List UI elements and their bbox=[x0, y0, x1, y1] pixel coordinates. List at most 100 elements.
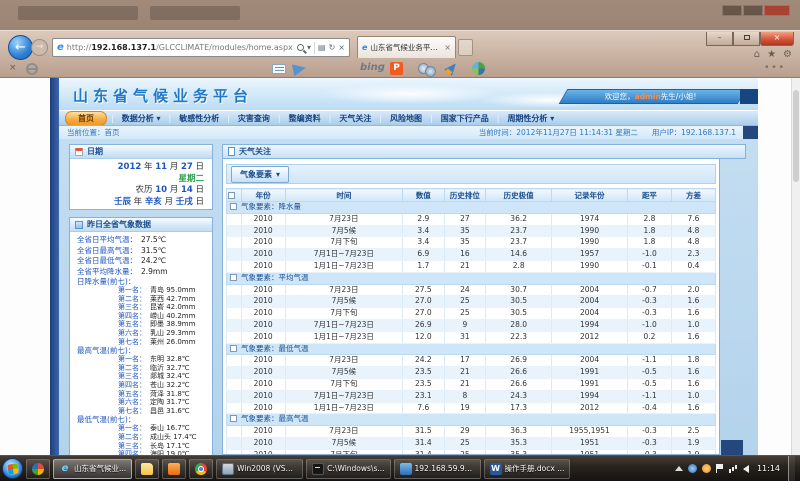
minimize-button[interactable]: – bbox=[706, 32, 733, 46]
taskbar-item-0[interactable] bbox=[26, 459, 50, 479]
table-cell: 1.6 bbox=[671, 296, 715, 308]
row-gutter bbox=[227, 331, 242, 343]
rank-value: 定陶 31.7℃ bbox=[150, 398, 190, 406]
action-center-flag-icon[interactable] bbox=[716, 464, 724, 473]
show-desktop-button[interactable] bbox=[788, 456, 795, 482]
rank-label: 第二名： bbox=[118, 364, 146, 372]
browser-tab[interactable]: e 山东省气候业务平... × bbox=[357, 36, 456, 58]
table-row: 20101月1日~7月23日1.7212.81990-0.10.4 bbox=[227, 260, 716, 272]
compatibility-icon[interactable]: ▤ bbox=[318, 43, 326, 52]
close-button[interactable]: × bbox=[760, 32, 794, 46]
element-filter-button[interactable]: 气象要素 ▾ bbox=[231, 166, 289, 183]
task-label: 192.168.59.99... bbox=[415, 464, 475, 473]
address-bar[interactable]: e http://192.168.137.1/GLCCLIMATE/module… bbox=[52, 38, 350, 57]
table-cell: -0.1 bbox=[627, 260, 671, 272]
taskbar-item-8[interactable]: W操作手册.docx ... bbox=[484, 459, 571, 479]
stop-icon[interactable]: × bbox=[338, 43, 345, 52]
group-checkbox[interactable] bbox=[230, 415, 237, 422]
group-checkbox[interactable] bbox=[230, 203, 237, 210]
row-gutter bbox=[227, 225, 242, 237]
refresh-icon[interactable]: ↻ bbox=[329, 43, 336, 52]
nav-item-0[interactable]: 首页 bbox=[65, 111, 107, 126]
send-mail-icon[interactable] bbox=[292, 62, 307, 76]
breadcrumb[interactable]: 当前位置：首页 bbox=[67, 127, 120, 138]
tab-close-icon[interactable]: × bbox=[444, 43, 451, 52]
nav-item-7[interactable]: 国家下行产品 bbox=[433, 113, 497, 124]
maximize-button[interactable] bbox=[733, 32, 760, 46]
taskbar-item-3[interactable] bbox=[162, 459, 186, 479]
table-cell: 2010 bbox=[241, 237, 285, 249]
weather-focus-body: 气象要素 ▾ 年份时间数值历史排位历史极值记录年份距平方差 气 bbox=[222, 159, 720, 455]
rank-value: 东明 32.8℃ bbox=[150, 355, 190, 363]
scrollbar-thumb[interactable] bbox=[793, 90, 799, 182]
rank-value: 莱州 26.0mm bbox=[150, 338, 195, 346]
taskbar-item-5[interactable]: Win2008 (VS2... bbox=[216, 459, 303, 479]
close-icon bbox=[764, 5, 790, 16]
tray-app-icon[interactable] bbox=[702, 464, 711, 473]
rocket-icon[interactable] bbox=[444, 60, 459, 76]
new-tab-button[interactable] bbox=[458, 39, 473, 56]
group-checkbox[interactable] bbox=[230, 345, 237, 352]
page-left-border bbox=[50, 78, 59, 455]
select-all-checkbox[interactable] bbox=[228, 192, 235, 199]
vertical-scrollbar[interactable] bbox=[791, 78, 800, 455]
table-cell: 1.0 bbox=[671, 319, 715, 331]
coins-icon[interactable] bbox=[418, 63, 429, 74]
table-cell: 2010 bbox=[241, 367, 285, 379]
table-row: 20107月23日27.52430.72004-0.72.0 bbox=[227, 284, 716, 296]
table-cell: 7月5候 bbox=[285, 367, 402, 379]
taskbar-item-6[interactable]: C:\Windows\s... bbox=[306, 459, 390, 479]
taskbar-item-2[interactable] bbox=[135, 459, 159, 479]
table-cell: 1.6 bbox=[671, 367, 715, 379]
nav-item-6[interactable]: 风险地图 bbox=[382, 113, 430, 124]
network-icon[interactable] bbox=[729, 464, 738, 473]
nav-item-5[interactable]: 天气关注 bbox=[331, 113, 379, 124]
nav-item-3[interactable]: 灾害查询 bbox=[230, 113, 278, 124]
taskbar-clock[interactable]: 11:14 bbox=[754, 464, 783, 473]
table-cell: 27.0 bbox=[403, 308, 445, 320]
current-time: 当前时间：2012年11月27日 11:14:31 星期二 bbox=[479, 127, 638, 138]
group-checkbox[interactable] bbox=[230, 274, 237, 281]
taskbar: e山东省气候业... Win2008 (VS2...C:\Windows\s...… bbox=[0, 455, 800, 481]
table-cell: 1991 bbox=[552, 367, 628, 379]
nav-item-8[interactable]: 周期性分析 ▾ bbox=[499, 113, 562, 124]
search-dropdown-icon[interactable]: ▾ bbox=[307, 43, 311, 52]
hidden-icons-arrow[interactable] bbox=[675, 466, 683, 471]
table-cell: 25 bbox=[444, 308, 486, 320]
start-button[interactable] bbox=[2, 458, 23, 479]
nav-item-2[interactable]: 敏感性分析 bbox=[171, 113, 227, 124]
idcard-icon[interactable] bbox=[272, 64, 286, 74]
rank-row: 第一名：青岛 95.0mm bbox=[72, 286, 210, 295]
taskbar-item-7[interactable]: 192.168.59.99... bbox=[394, 459, 481, 479]
date-line-3: 壬辰 年 辛亥 月 壬戌 日 bbox=[70, 197, 204, 209]
table-cell: 2004 bbox=[552, 308, 628, 320]
tab-title: 山东省气候业务平... bbox=[370, 42, 441, 53]
back-button[interactable]: ← bbox=[8, 35, 33, 60]
taskbar-item-4[interactable] bbox=[189, 459, 213, 479]
p-badge-icon[interactable]: P bbox=[390, 62, 403, 75]
url-text[interactable]: http://192.168.137.1/GLCCLIMATE/modules/… bbox=[67, 43, 294, 52]
table-cell: 1955,1951 bbox=[552, 426, 628, 438]
toolbar-close-icon[interactable]: × bbox=[9, 63, 17, 73]
table-cell: 21 bbox=[444, 378, 486, 390]
taskbar-item-1[interactable]: e山东省气候业... bbox=[53, 459, 132, 479]
table-cell: 2012 bbox=[552, 331, 628, 343]
rank-value: 长岛 17.1℃ bbox=[150, 442, 190, 450]
rank-row: 第六名：乳山 29.3mm bbox=[72, 329, 210, 338]
table-cell: 1.8 bbox=[671, 355, 715, 367]
toolbar-overflow-icon[interactable]: ••• bbox=[764, 63, 786, 73]
table-cell: 7月5候 bbox=[285, 296, 402, 308]
stat-label: 全省日最高气温： bbox=[77, 246, 137, 255]
nav-item-1[interactable]: 数据分析 ▾ bbox=[114, 113, 169, 124]
table-cell: 2010 bbox=[241, 213, 285, 225]
search-icon[interactable] bbox=[297, 44, 304, 51]
row-gutter bbox=[227, 367, 242, 379]
volume-icon[interactable] bbox=[743, 465, 749, 473]
forward-button[interactable]: → bbox=[31, 39, 48, 56]
maximize-icon bbox=[743, 5, 763, 16]
nav-item-4[interactable]: 整编资料 bbox=[281, 113, 329, 124]
bing-logo[interactable]: bing bbox=[360, 62, 385, 73]
pinwheel-icon[interactable] bbox=[472, 62, 485, 75]
tray-app-icon[interactable] bbox=[688, 464, 697, 473]
table-cell: 26.6 bbox=[486, 367, 552, 379]
